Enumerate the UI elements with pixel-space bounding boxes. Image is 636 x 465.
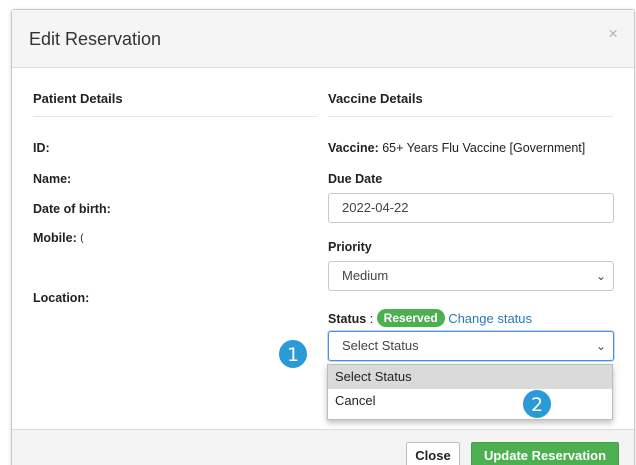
status-dropdown-list: Select Status Cancel <box>327 364 613 420</box>
mobile-row: Mobile: ( <box>33 231 84 245</box>
mobile-value: ( <box>80 233 84 244</box>
step-marker-1: 1 <box>278 339 308 369</box>
name-label: Name: <box>33 172 72 186</box>
modal-footer: Close Update Reservation <box>12 429 634 465</box>
priority-select[interactable]: Medium ⌄ <box>328 261 614 291</box>
dob-label: Date of birth: <box>33 202 111 216</box>
close-button[interactable]: Close <box>406 442 460 465</box>
patient-details-heading: Patient Details <box>33 91 123 106</box>
status-option-select-status[interactable]: Select Status <box>328 365 612 389</box>
status-badge: Reserved <box>376 309 445 327</box>
status-separator: : <box>369 312 374 326</box>
vaccine-details-heading: Vaccine Details <box>328 91 423 106</box>
step-marker-2: 2 <box>522 389 552 419</box>
vaccine-value: 65+ Years Flu Vaccine [Government] <box>382 141 586 155</box>
status-row: Status : Reserved Change status <box>328 309 532 327</box>
mobile-label: Mobile: <box>33 231 77 245</box>
close-icon[interactable]: × <box>608 24 618 44</box>
due-date-label: Due Date <box>328 172 383 186</box>
status-option-cancel[interactable]: Cancel <box>328 389 612 413</box>
priority-value: Medium <box>342 268 389 283</box>
vaccine-row: Vaccine: 65+ Years Flu Vaccine [Governme… <box>328 141 585 155</box>
status-select[interactable]: Select Status ⌄ <box>328 331 614 361</box>
priority-label: Priority <box>328 240 372 254</box>
id-label: ID: <box>33 141 50 155</box>
due-date-input[interactable]: 2022-04-22 <box>328 193 614 223</box>
chevron-down-icon: ⌄ <box>595 269 606 283</box>
status-label: Status <box>328 312 367 326</box>
location-label: Location: <box>33 291 90 305</box>
vaccine-divider <box>328 116 613 117</box>
change-status-link[interactable]: Change status <box>448 311 532 326</box>
modal-header: Edit Reservation × <box>12 10 634 68</box>
update-reservation-button[interactable]: Update Reservation <box>471 442 619 465</box>
patient-divider <box>33 116 318 117</box>
chevron-down-icon: ⌄ <box>595 339 606 353</box>
vaccine-label: Vaccine: <box>328 141 379 155</box>
modal-title: Edit Reservation <box>29 29 162 49</box>
status-select-value: Select Status <box>342 338 419 353</box>
